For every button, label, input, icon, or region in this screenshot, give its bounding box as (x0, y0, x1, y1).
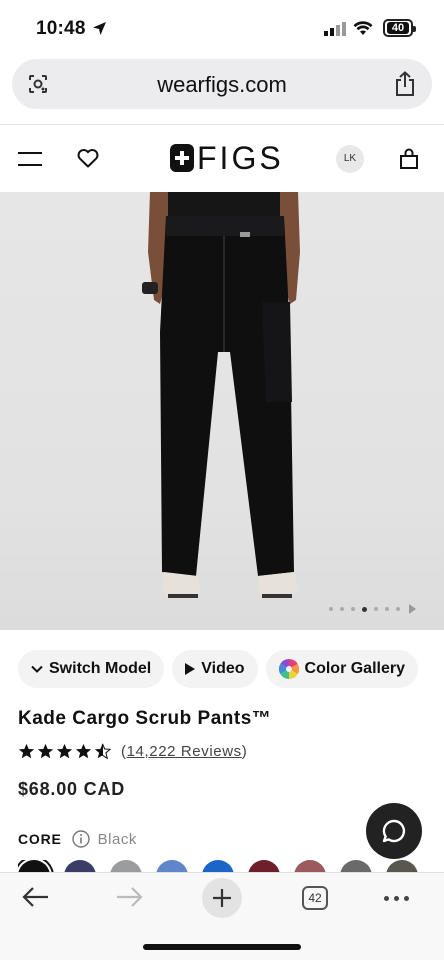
color-swatch[interactable] (386, 860, 418, 872)
media-chips: Switch Model Video Color Gallery (18, 650, 418, 688)
color-swatch[interactable] (156, 860, 188, 872)
reviews-count[interactable]: 14,222 Reviews (127, 743, 242, 760)
carousel-dot-active[interactable] (362, 606, 367, 612)
back-arrow-icon[interactable] (22, 886, 50, 908)
color-gallery-label: Color Gallery (304, 660, 405, 677)
color-swatch[interactable] (340, 860, 372, 872)
tab-switcher-button[interactable]: 42 (302, 886, 328, 910)
status-bar: 10:48 40 (0, 0, 444, 56)
wifi-icon (353, 21, 373, 35)
product-photo-scrub-pants (142, 192, 300, 598)
switch-model-button[interactable]: Switch Model (18, 650, 165, 688)
url-text[interactable]: wearfigs.com (12, 72, 432, 98)
play-carousel-icon[interactable] (409, 604, 416, 614)
collection-label: CORE (18, 831, 62, 847)
carousel-dot[interactable] (340, 607, 344, 611)
address-bar[interactable]: wearfigs.com (12, 59, 432, 109)
carousel-dot[interactable] (351, 607, 355, 611)
wishlist-heart-icon[interactable] (77, 148, 99, 168)
color-swatch[interactable] (248, 860, 280, 872)
battery-icon: 40 (383, 19, 416, 37)
carousel-dot[interactable] (374, 607, 378, 611)
chevron-down-icon (31, 665, 43, 673)
figs-logo[interactable]: FIGS (170, 141, 284, 175)
star-icon (75, 743, 92, 759)
battery-level: 40 (387, 22, 409, 34)
chat-button[interactable] (366, 803, 422, 859)
figs-cross-logo-icon (170, 144, 194, 172)
carousel-dot[interactable] (329, 607, 333, 611)
color-selection-header: CORE Black (18, 830, 137, 848)
forward-arrow-icon[interactable] (115, 886, 143, 908)
product-price: $68.00 CAD (18, 779, 126, 799)
more-options-icon[interactable] (384, 896, 409, 901)
color-swatch[interactable] (110, 860, 142, 872)
plus-icon (213, 889, 231, 907)
site-header: FIGS LK (0, 124, 444, 192)
color-swatch[interactable] (294, 860, 326, 872)
video-label: Video (201, 660, 245, 677)
info-icon[interactable] (71, 830, 90, 848)
product-title: Kade Cargo Scrub Pants™ (18, 708, 272, 729)
chat-bubble-icon (382, 819, 406, 843)
selected-color-name: Black (97, 830, 137, 848)
reviews-close: ) (241, 743, 248, 760)
color-gallery-button[interactable]: Color Gallery (265, 650, 418, 688)
star-half-icon (94, 743, 111, 760)
home-indicator (143, 944, 301, 950)
logo-text: FIGS (197, 140, 284, 176)
color-wheel-icon (278, 659, 299, 679)
shopping-bag-icon[interactable] (399, 148, 419, 170)
carousel-dot[interactable] (385, 607, 389, 611)
account-avatar[interactable]: LK (336, 145, 364, 173)
switch-model-label: Switch Model (49, 660, 152, 677)
status-time: 10:48 (36, 18, 86, 39)
product-rating: (14,222 Reviews) (18, 743, 247, 760)
carousel-indicator[interactable] (329, 604, 416, 614)
star-rating (18, 743, 111, 760)
video-button[interactable]: Video (172, 650, 258, 688)
carousel-dot[interactable] (396, 607, 400, 611)
product-image-carousel[interactable] (0, 192, 444, 630)
color-swatch[interactable] (202, 860, 234, 872)
star-icon (56, 743, 73, 759)
reviews-link[interactable]: (14,222 Reviews) (121, 743, 247, 760)
cellular-signal-icon (324, 22, 346, 36)
play-icon (185, 663, 196, 675)
color-swatch-selected[interactable] (18, 860, 50, 872)
location-arrow-icon (93, 22, 106, 35)
color-swatches (18, 860, 418, 872)
share-icon[interactable] (394, 71, 416, 97)
new-tab-button[interactable] (202, 878, 242, 918)
hamburger-menu-icon[interactable] (18, 151, 42, 167)
star-icon (37, 743, 54, 759)
color-swatch[interactable] (64, 860, 96, 872)
star-icon (18, 743, 35, 759)
